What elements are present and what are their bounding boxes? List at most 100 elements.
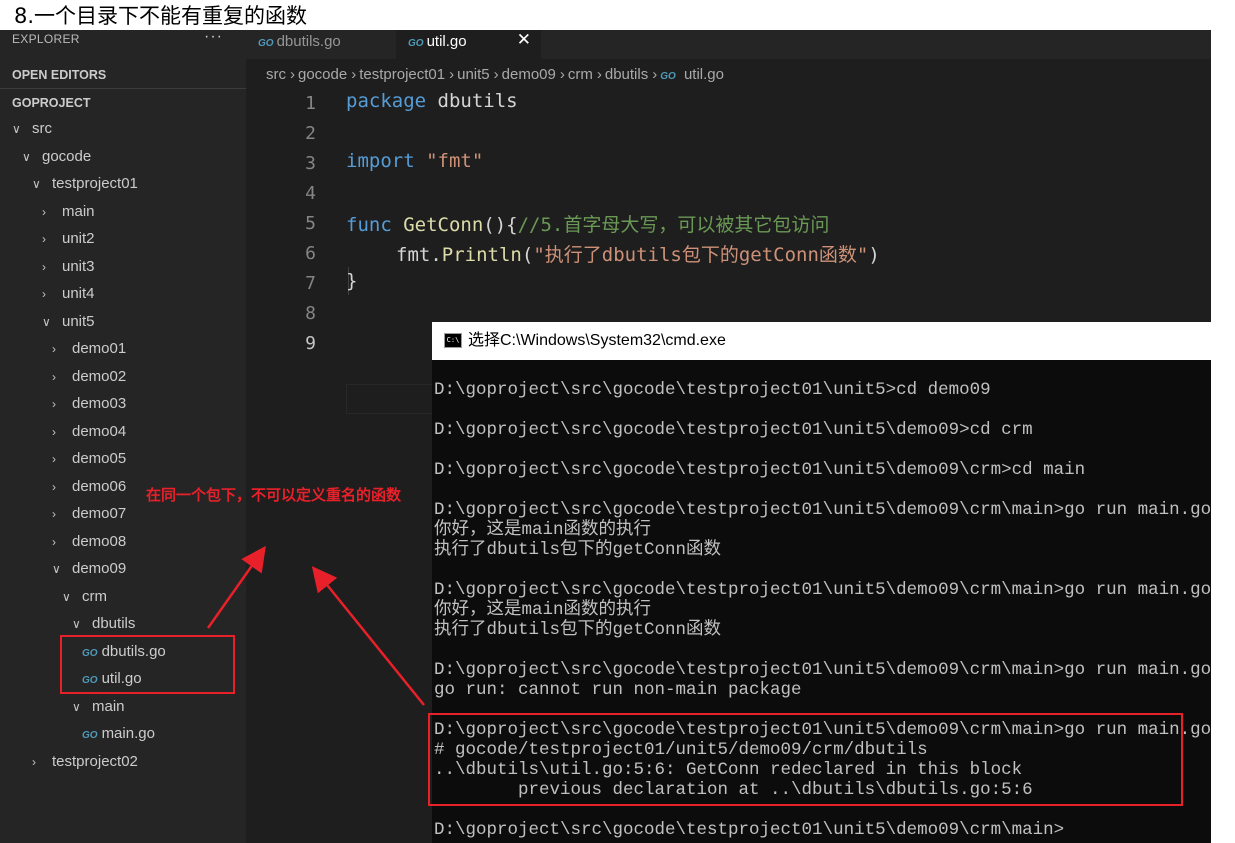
tree-item-label: dbutils [92,615,136,632]
tree-item-unit3[interactable]: › unit3 [42,254,95,280]
line-number: 8 [305,303,316,324]
tree-item-label: unit2 [62,230,95,247]
tree-item-demo08[interactable]: › demo08 [52,529,126,555]
tree-item-demo07[interactable]: › demo07 [52,501,126,527]
breadcrumb-item[interactable]: demo09 [502,66,556,83]
tree-item-demo05[interactable]: › demo05 [52,446,126,472]
code-line-1: package dbutils [346,90,518,112]
tree-item-label: demo08 [72,532,127,550]
chevron-right-icon: › [52,479,56,494]
chevron-right-icon: › [42,232,46,246]
line-number: 5 [305,213,316,234]
go-file-icon: GO [660,71,676,82]
cmd-title-bar[interactable]: C:\ 选择C:\Windows\System32\cmd.exe [432,322,1211,360]
explorer-header: EXPLORER [12,32,80,46]
chevron-right-icon: › [351,66,357,83]
tree-item-label: crm [82,587,107,605]
tree-item-label: testproject02 [52,752,138,770]
tree-item-crm[interactable]: ∨ crm [62,584,107,610]
tree-item-testproject01[interactable]: ∨ testproject01 [32,171,138,197]
breadcrumb-item[interactable]: util.go [684,66,724,83]
tree-item-demo04[interactable]: › demo04 [52,419,126,445]
tab-label: util.go [426,33,467,50]
chevron-down-icon: ∨ [72,617,81,631]
tab-dbutils-go[interactable]: GO dbutils.go [258,30,398,59]
go-file-icon: GO [82,730,98,741]
breadcrumb-item[interactable]: testproject01 [359,66,445,83]
breadcrumb-item[interactable]: crm [568,66,593,83]
tree-item-label: main [92,697,125,715]
tree-item-label: demo04 [72,422,127,440]
chevron-right-icon: › [52,369,56,384]
code-line-6: fmt.Println("执行了dbutils包下的getConn函数") [396,244,880,266]
tree-item-label: demo05 [72,450,127,467]
tab-util-go[interactable]: GO util.go ✕ [396,30,541,59]
tree-item-label: main.go [101,725,155,742]
chevron-right-icon: › [596,66,602,83]
chevron-right-icon: › [42,287,46,301]
tree-item-gocode[interactable]: ∨ gocode [22,144,91,170]
tree-item-unit2[interactable]: › unit2 [42,226,95,252]
tree-item-main-go[interactable]: GO main.go [82,721,155,747]
tree-item-demo09[interactable]: ∨ demo09 [52,556,126,582]
tree-item-demo03[interactable]: › demo03 [52,391,126,417]
open-editors-section[interactable]: OPEN EDITORS [12,68,106,82]
highlight-box-error [428,713,1183,806]
line-number: 7 [305,273,316,294]
section-divider [0,88,246,89]
close-icon[interactable]: ✕ [517,30,531,49]
chevron-right-icon: › [290,66,295,83]
tree-item-unit5[interactable]: ∨ unit5 [42,309,95,335]
tree-item-src[interactable]: ∨ src [12,116,52,142]
chevron-right-icon: › [52,507,56,521]
chevron-right-icon: › [493,66,499,83]
code-line-7: } [346,270,358,292]
cmd-icon: C:\ [444,333,462,348]
line-number: 3 [305,153,316,174]
highlight-box-files [60,635,235,694]
chevron-right-icon: › [52,424,56,439]
line-number: 6 [305,243,316,264]
breadcrumb: src › gocode › testproject01 › unit5 › demo09 › cr… [266,66,728,83]
tree-item-label: unit4 [62,285,95,302]
tree-item-label: unit3 [62,257,95,275]
tree-item-testproject02[interactable]: › testproject02 [32,749,138,775]
go-file-icon: GO [408,38,424,49]
tree-item-demo02[interactable]: › demo02 [52,364,126,390]
tree-item-label: testproject01 [52,175,138,192]
more-actions-icon[interactable]: ··· [204,28,223,46]
tree-item-label: src [32,120,52,137]
tree-item-label: demo07 [72,505,127,522]
tab-label: dbutils.go [276,33,341,50]
tree-item-label: unit5 [62,312,95,330]
breadcrumb-item[interactable]: gocode [298,66,347,83]
chevron-right-icon: › [52,342,56,356]
project-section[interactable]: GOPROJECT [12,96,91,110]
chevron-right-icon: › [42,259,46,274]
annotation-text: 在同一个包下，不可以定义重名的函数 [146,486,402,504]
tree-item-dbutils[interactable]: ∨ dbutils [72,611,135,637]
chevron-right-icon: › [42,204,46,219]
breadcrumb-item[interactable]: dbutils [605,66,648,83]
chevron-down-icon: ∨ [72,699,81,714]
breadcrumb-item[interactable]: unit5 [457,66,490,83]
code-line-5: func GetConn(){//5.首字母大写，可以被其它包访问 [346,214,830,236]
chevron-down-icon: ∨ [32,177,41,191]
chevron-down-icon: ∨ [42,314,51,329]
code-line-3: import "fmt" [346,150,484,172]
tree-item-label: demo01 [72,340,127,357]
tree-item-demo01[interactable]: › demo01 [52,336,126,362]
chevron-right-icon: › [652,66,658,83]
tree-item-label: main [62,202,95,220]
chevron-right-icon: › [52,534,56,549]
tree-item-label: gocode [42,147,92,165]
breadcrumb-item[interactable]: src [266,66,286,83]
line-number: 4 [305,183,316,204]
tree-item-unit4[interactable]: › unit4 [42,281,95,307]
tree-item-demo06[interactable]: › demo06 [52,474,126,500]
tree-item-label: demo06 [72,477,127,495]
tree-item-main[interactable]: ∨ main [72,694,125,720]
cmd-title: 选择C:\Windows\System32\cmd.exe [468,332,726,349]
tab-bar: GO dbutils.go GO util.go ✕ [246,30,1211,59]
tree-item-main[interactable]: › main [42,199,95,225]
